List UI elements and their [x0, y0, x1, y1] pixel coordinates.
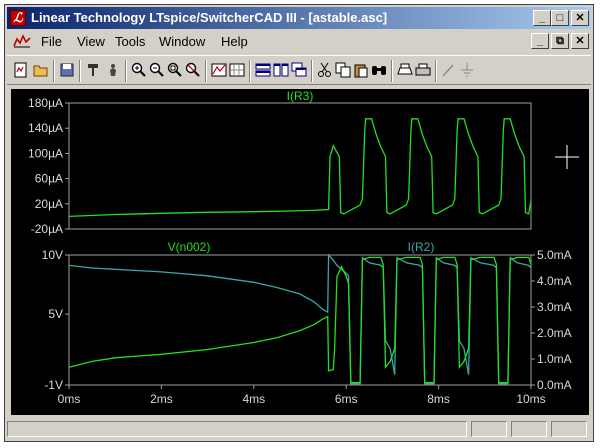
toolbar-separator [435, 60, 437, 82]
cascade-icon[interactable] [291, 62, 307, 78]
x-tick-label: 2ms [150, 392, 173, 406]
y-tick-label: 20µA [35, 197, 63, 211]
status-panel [511, 421, 547, 437]
trace-i-r3[interactable] [68, 118, 532, 218]
zoom-in-icon[interactable] [131, 62, 147, 78]
trace-label-i-r3[interactable]: I(R3) [287, 89, 314, 103]
y-tick-label: 0.0mA [537, 378, 572, 392]
main-window: ℒ Linear Technology LTspice/SwitcherCAD … [4, 4, 594, 442]
ltspice-app-icon[interactable]: ℒ [10, 10, 26, 26]
zoom-out-icon[interactable] [149, 62, 165, 78]
bottom-pane-left-axis: 10V 5V -1V [42, 248, 69, 392]
autorange-icon[interactable] [211, 62, 227, 78]
copy-icon[interactable] [335, 62, 351, 78]
ground-icon[interactable] [459, 62, 475, 78]
find-icon[interactable] [371, 62, 387, 78]
halt-icon[interactable] [105, 62, 121, 78]
zoom-fit-icon[interactable] [167, 62, 183, 78]
menu-view[interactable]: View [77, 34, 105, 49]
y-tick-label: 5V [48, 307, 63, 321]
menu-window[interactable]: Window [159, 34, 205, 49]
status-message-panel [7, 421, 467, 437]
doc-minimize-button[interactable]: _ [531, 33, 549, 49]
paste-icon[interactable] [353, 62, 369, 78]
print-icon[interactable] [415, 62, 431, 78]
minimize-button[interactable]: _ [533, 10, 551, 26]
waveform-plot[interactable]: 180µA 140µA 100µA 60µA 20µA -20µA I(R3) 10V 5V… [11, 89, 589, 415]
grid-icon[interactable] [229, 62, 245, 78]
open-icon[interactable] [33, 62, 49, 78]
y-tick-label: 2.0mA [537, 326, 572, 340]
toolbar-separator [205, 60, 207, 82]
close-button[interactable]: ✕ [571, 10, 589, 26]
bottom-pane-right-axis: 5.0mA 4.0mA 3.0mA 2.0mA 1.0mA 0.0mA [531, 248, 572, 392]
y-tick-label: -1V [44, 378, 63, 392]
y-tick-label: -20µA [31, 222, 63, 236]
y-tick-label: 3.0mA [537, 300, 572, 314]
y-tick-label: 140µA [28, 121, 63, 135]
toolbar [7, 55, 591, 85]
title-bar[interactable]: ℒ Linear Technology LTspice/SwitcherCAD … [7, 7, 591, 29]
toolbar-separator [125, 60, 127, 82]
menu-tools[interactable]: Tools [115, 34, 145, 49]
print-preview-icon[interactable] [397, 62, 413, 78]
crosshair-cursor-icon [555, 145, 579, 169]
draw-line-icon[interactable] [441, 62, 457, 78]
y-tick-label: 1.0mA [537, 352, 572, 366]
x-tick-label: 8ms [427, 392, 450, 406]
bottom-pane-frame [68, 254, 532, 386]
menu-file[interactable]: File [41, 34, 62, 49]
status-panel [471, 421, 507, 437]
toolbar-separator [79, 60, 81, 82]
y-tick-label: 60µA [35, 172, 63, 186]
toolbar-separator [53, 60, 55, 82]
document-icon[interactable] [13, 33, 31, 48]
trace-v-n002[interactable] [68, 256, 532, 384]
x-axis: 0ms 2ms 4ms 6ms 8ms 10ms [58, 385, 546, 406]
menu-help[interactable]: Help [221, 34, 248, 49]
toolbar-separator [391, 60, 393, 82]
toolbar-separator [249, 60, 251, 82]
tile-horizontal-icon[interactable] [255, 62, 271, 78]
doc-close-button[interactable]: ✕ [571, 33, 589, 49]
menu-bar: File View Tools Window Help _ ⧉ ✕ [7, 31, 591, 51]
y-tick-label: 4.0mA [537, 274, 572, 288]
run-icon[interactable] [85, 62, 101, 78]
top-pane-y-axis: 180µA 140µA 100µA 60µA 20µA -20µA [28, 96, 69, 236]
maximize-button[interactable]: □ [551, 10, 569, 26]
status-bar [7, 419, 591, 439]
doc-restore-button[interactable]: ⧉ [551, 33, 569, 49]
y-tick-label: 180µA [28, 96, 63, 110]
top-pane-frame [68, 102, 532, 230]
trace-label-v-n002[interactable]: V(n002) [168, 240, 211, 254]
x-tick-label: 6ms [335, 392, 358, 406]
y-tick-label: 5.0mA [537, 248, 572, 262]
zoom-cancel-icon[interactable] [185, 62, 201, 78]
status-panel [551, 421, 587, 437]
x-tick-label: 4ms [242, 392, 265, 406]
waveform-viewer[interactable]: 180µA 140µA 100µA 60µA 20µA -20µA I(R3) 10V 5V… [11, 89, 589, 415]
trace-label-i-r2[interactable]: I(R2) [408, 240, 435, 254]
tile-vertical-icon[interactable] [273, 62, 289, 78]
save-icon[interactable] [59, 62, 75, 78]
y-tick-label: 100µA [28, 146, 63, 160]
x-tick-label: 0ms [58, 392, 81, 406]
toolbar-separator [311, 60, 313, 82]
cut-icon[interactable] [317, 62, 333, 78]
x-tick-label: 10ms [516, 392, 545, 406]
new-schematic-icon[interactable] [13, 62, 29, 78]
window-title: Linear Technology LTspice/SwitcherCAD II… [31, 10, 388, 25]
y-tick-label: 10V [42, 248, 63, 262]
